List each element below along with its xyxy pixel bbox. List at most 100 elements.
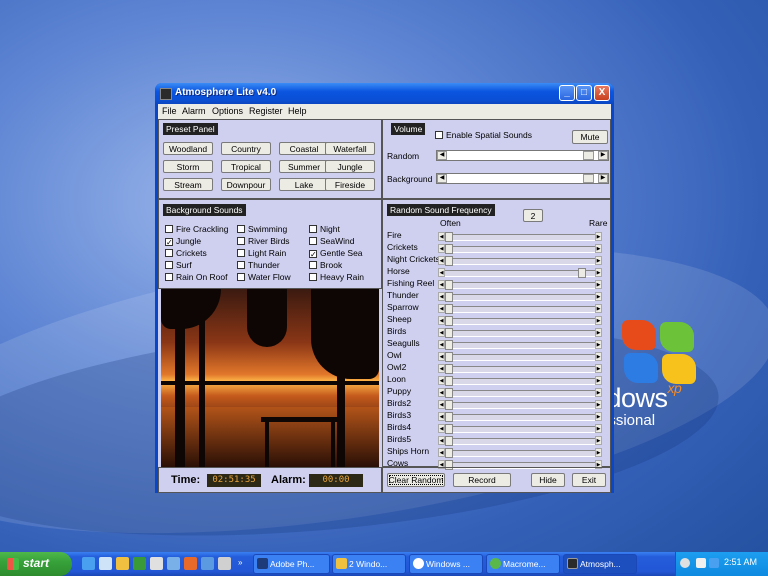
menu-alarm[interactable]: Alarm xyxy=(182,106,206,116)
document-icon[interactable] xyxy=(150,557,163,570)
preset-button[interactable]: Tropical xyxy=(221,160,271,173)
slider-left-arrow-icon[interactable]: ◀ xyxy=(438,316,445,325)
window-titlebar[interactable]: Atmosphere Lite v4.0 _ □ X xyxy=(155,83,614,104)
slider-right-arrow-icon[interactable]: ▶ xyxy=(595,268,602,277)
slider-left-arrow-icon[interactable]: ◀ xyxy=(438,364,445,373)
checkbox[interactable] xyxy=(309,225,317,233)
frequency-slider[interactable]: ◀ ▶ xyxy=(438,376,602,386)
slider-left-arrow-icon[interactable]: ◀ xyxy=(438,412,445,421)
frequency-slider[interactable]: ◀ ▶ xyxy=(438,400,602,410)
frequency-slider[interactable]: ◀ ▶ xyxy=(438,448,602,458)
background-sound-option[interactable]: Rain On Roof xyxy=(165,272,228,282)
slider-right-arrow-icon[interactable]: ▶ xyxy=(595,436,602,445)
preset-button[interactable]: Coastal xyxy=(279,142,329,155)
random-volume-thumb[interactable] xyxy=(582,151,594,160)
slider-right-arrow-icon[interactable]: ▶ xyxy=(598,174,608,183)
background-sound-option[interactable]: Surf xyxy=(165,260,192,270)
slider-left-arrow-icon[interactable]: ◀ xyxy=(438,388,445,397)
slider-left-arrow-icon[interactable]: ◀ xyxy=(437,151,447,160)
checkbox[interactable] xyxy=(165,261,173,269)
background-volume-thumb[interactable] xyxy=(582,174,594,183)
checkbox[interactable] xyxy=(237,249,245,257)
preset-button[interactable]: Stream xyxy=(163,178,213,191)
slider-right-arrow-icon[interactable]: ▶ xyxy=(595,340,602,349)
frequency-slider-thumb[interactable] xyxy=(445,340,453,350)
slider-right-arrow-icon[interactable]: ▶ xyxy=(595,316,602,325)
frequency-slider-thumb[interactable] xyxy=(445,328,453,338)
frequency-slider-thumb[interactable] xyxy=(445,376,453,386)
slider-left-arrow-icon[interactable]: ◀ xyxy=(438,244,445,253)
slider-left-arrow-icon[interactable]: ◀ xyxy=(438,292,445,301)
background-sound-option[interactable]: River Birds xyxy=(237,236,290,246)
clear-random-button[interactable]: Clear Random xyxy=(387,473,445,487)
preset-button[interactable]: Summer xyxy=(279,160,329,173)
frequency-slider-thumb[interactable] xyxy=(445,424,453,434)
frequency-slider-thumb[interactable] xyxy=(445,448,453,458)
frequency-slider[interactable]: ◀ ▶ xyxy=(438,436,602,446)
slider-left-arrow-icon[interactable]: ◀ xyxy=(438,268,445,277)
messenger-icon[interactable] xyxy=(201,557,214,570)
frequency-slider-thumb[interactable] xyxy=(445,304,453,314)
maximize-button[interactable]: □ xyxy=(576,85,592,101)
frequency-slider[interactable]: ◀ ▶ xyxy=(438,292,602,302)
checkbox[interactable] xyxy=(237,273,245,281)
checkbox[interactable] xyxy=(165,273,173,281)
task-adobe[interactable]: Adobe Ph... xyxy=(253,554,330,574)
frequency-slider[interactable]: ◀ ▶ xyxy=(438,424,602,434)
checked-checkbox[interactable]: ✓ xyxy=(165,238,173,247)
checkbox[interactable] xyxy=(165,225,173,233)
network-icon[interactable] xyxy=(709,558,719,568)
background-sound-option[interactable]: ✓ Jungle xyxy=(165,236,201,247)
slider-left-arrow-icon[interactable]: ◀ xyxy=(438,328,445,337)
task-windows-media[interactable]: Windows ... xyxy=(409,554,483,574)
slider-left-arrow-icon[interactable]: ◀ xyxy=(438,304,445,313)
slider-right-arrow-icon[interactable]: ▶ xyxy=(595,412,602,421)
slider-right-arrow-icon[interactable]: ▶ xyxy=(595,328,602,337)
slider-left-arrow-icon[interactable]: ◀ xyxy=(438,280,445,289)
slider-right-arrow-icon[interactable]: ▶ xyxy=(595,352,602,361)
slider-right-arrow-icon[interactable]: ▶ xyxy=(595,256,602,265)
slider-right-arrow-icon[interactable]: ▶ xyxy=(595,364,602,373)
frequency-slider-thumb[interactable] xyxy=(445,364,453,374)
checkbox[interactable] xyxy=(237,225,245,233)
slider-left-arrow-icon[interactable]: ◀ xyxy=(438,340,445,349)
explorer-icon[interactable] xyxy=(167,557,180,570)
preset-button[interactable]: Jungle xyxy=(325,160,375,173)
preset-button[interactable]: Country xyxy=(221,142,271,155)
background-volume-slider[interactable]: ◀ ▶ xyxy=(436,173,609,184)
frequency-slider-thumb[interactable] xyxy=(445,256,453,266)
menu-file[interactable]: File xyxy=(162,106,177,116)
frequency-slider[interactable]: ◀ ▶ xyxy=(438,316,602,326)
background-sound-option[interactable]: Brook xyxy=(309,260,342,270)
random-volume-slider[interactable]: ◀ ▶ xyxy=(436,150,609,161)
slider-left-arrow-icon[interactable]: ◀ xyxy=(438,352,445,361)
preset-button[interactable]: Woodland xyxy=(163,142,213,155)
frequency-slider-thumb[interactable] xyxy=(445,292,453,302)
frequency-slider-thumb[interactable] xyxy=(445,244,453,254)
start-button[interactable]: start xyxy=(0,552,72,576)
slider-left-arrow-icon[interactable]: ◀ xyxy=(438,376,445,385)
frequency-slider[interactable]: ◀ ▶ xyxy=(438,412,602,422)
background-sound-option[interactable]: Water Flow xyxy=(237,272,291,282)
background-sound-option[interactable]: Light Rain xyxy=(237,248,286,258)
spatial-sounds-checkbox[interactable] xyxy=(435,131,443,139)
menu-register[interactable]: Register xyxy=(249,106,283,116)
checkbox[interactable] xyxy=(165,249,173,257)
slider-left-arrow-icon[interactable]: ◀ xyxy=(438,448,445,457)
spatial-sounds-option[interactable]: Enable Spatial Sounds xyxy=(435,130,532,140)
frequency-slider[interactable]: ◀ ▶ xyxy=(438,340,602,350)
task-macromedia[interactable]: Macrome... xyxy=(486,554,560,574)
frequency-slider-thumb[interactable] xyxy=(445,316,453,326)
show-desktop-icon[interactable] xyxy=(99,557,112,570)
frequency-slider[interactable]: ◀ ▶ xyxy=(438,256,602,266)
checkbox[interactable] xyxy=(309,273,317,281)
slider-right-arrow-icon[interactable]: ▶ xyxy=(598,151,608,160)
checked-checkbox[interactable]: ✓ xyxy=(309,250,317,259)
preset-button[interactable]: Fireside xyxy=(325,178,375,191)
background-sound-option[interactable]: Heavy Rain xyxy=(309,272,364,282)
menu-help[interactable]: Help xyxy=(288,106,307,116)
frequency-slider[interactable]: ◀ ▶ xyxy=(438,280,602,290)
frequency-slider[interactable]: ◀ ▶ xyxy=(438,244,602,254)
checkbox[interactable] xyxy=(309,237,317,245)
frequency-slider[interactable]: ◀ ▶ xyxy=(438,328,602,338)
